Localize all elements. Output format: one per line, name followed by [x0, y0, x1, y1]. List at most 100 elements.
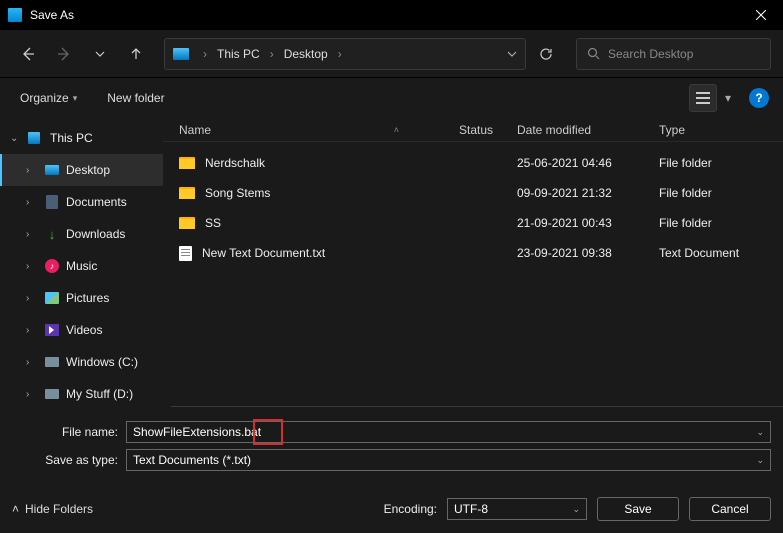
list-view-icon — [696, 92, 710, 104]
text-file-icon — [179, 246, 192, 261]
organize-button[interactable]: Organize ▾ — [14, 87, 83, 109]
file-name: Nerdschalk — [205, 156, 265, 170]
chevron-right-icon: › — [26, 261, 38, 272]
chevron-right-icon: › — [26, 197, 38, 208]
sidebar-item-desktop[interactable]: › Desktop — [0, 154, 163, 186]
list-item[interactable]: New Text Document.txt 23-09-2021 09:38 T… — [163, 238, 783, 268]
column-type[interactable]: Type — [659, 123, 783, 137]
chevron-right-icon: › — [270, 47, 274, 61]
sort-asc-icon: ˄ — [394, 125, 399, 135]
documents-icon — [46, 195, 58, 209]
hide-folders-label: Hide Folders — [25, 502, 93, 516]
save-type-select[interactable]: Text Documents (*.txt) ⌄ — [126, 449, 771, 471]
address-bar[interactable]: › This PC › Desktop › — [164, 38, 526, 70]
search-placeholder: Search Desktop — [608, 47, 693, 61]
sidebar-label: Desktop — [66, 163, 110, 177]
chevron-down-icon[interactable]: ⌄ — [572, 504, 580, 515]
chevron-right-icon: › — [203, 47, 207, 61]
save-label: Save — [624, 502, 651, 516]
chevron-down-icon[interactable] — [507, 51, 517, 57]
file-date: 21-09-2021 00:43 — [517, 216, 659, 230]
chevron-right-icon: › — [26, 357, 38, 368]
chevron-down-icon: ▾ — [73, 93, 78, 104]
sidebar-label: Windows (C:) — [66, 355, 138, 369]
breadcrumb[interactable]: This PC — [217, 47, 260, 61]
file-type: File folder — [659, 156, 783, 170]
drive-icon — [45, 357, 59, 367]
view-dropdown[interactable]: ▾ — [717, 84, 739, 112]
column-headers: Name ˄ Status Date modified Type — [163, 118, 783, 142]
list-item[interactable]: SS 21-09-2021 00:43 File folder — [163, 208, 783, 238]
column-date[interactable]: Date modified — [517, 123, 659, 137]
column-label: Name — [179, 123, 211, 137]
arrow-right-icon — [56, 46, 72, 62]
desktop-icon — [45, 165, 59, 175]
sidebar-label: Videos — [66, 323, 102, 337]
sidebar-item-downloads[interactable]: › ↓ Downloads — [0, 218, 163, 250]
file-name: New Text Document.txt — [202, 246, 325, 260]
breadcrumb[interactable]: Desktop — [284, 47, 328, 61]
list-item[interactable]: Nerdschalk 25-06-2021 04:46 File folder — [163, 148, 783, 178]
music-icon: ♪ — [45, 259, 59, 273]
file-date: 09-09-2021 21:32 — [517, 186, 659, 200]
chevron-down-icon: ▾ — [725, 91, 731, 105]
chevron-right-icon: › — [26, 165, 38, 176]
sidebar-item-videos[interactable]: › Videos — [0, 314, 163, 346]
sidebar-item-music[interactable]: › ♪ Music — [0, 250, 163, 282]
file-date: 23-09-2021 09:38 — [517, 246, 659, 260]
sidebar-label: Downloads — [66, 227, 125, 241]
back-button[interactable] — [12, 38, 44, 70]
help-button[interactable]: ? — [749, 88, 769, 108]
folder-icon — [179, 187, 195, 199]
toolbar: Organize ▾ New folder ▾ ? — [0, 78, 783, 118]
arrow-left-icon — [20, 46, 36, 62]
folder-icon — [179, 157, 195, 169]
up-button[interactable] — [120, 38, 152, 70]
window-title: Save As — [30, 8, 74, 22]
refresh-button[interactable] — [530, 38, 562, 70]
column-name[interactable]: Name ˄ — [179, 123, 459, 137]
save-button[interactable]: Save — [597, 497, 679, 521]
sidebar-item-mystuff-d[interactable]: › My Stuff (D:) — [0, 378, 163, 407]
new-folder-button[interactable]: New folder — [101, 87, 170, 109]
sidebar-item-documents[interactable]: › Documents — [0, 186, 163, 218]
sidebar-item-windows-c[interactable]: › Windows (C:) — [0, 346, 163, 378]
arrow-up-icon — [129, 47, 143, 61]
close-button[interactable] — [738, 0, 783, 30]
encoding-select[interactable]: UTF-8 ⌄ — [447, 498, 587, 520]
new-folder-label: New folder — [107, 91, 164, 105]
forward-button[interactable] — [48, 38, 80, 70]
chevron-right-icon: › — [26, 293, 38, 304]
file-type: File folder — [659, 186, 783, 200]
view-button[interactable] — [689, 84, 717, 112]
chevron-down-icon[interactable]: ⌄ — [756, 427, 764, 438]
column-status[interactable]: Status — [459, 123, 517, 137]
search-input[interactable]: Search Desktop — [576, 38, 771, 70]
recent-dropdown[interactable] — [84, 38, 116, 70]
file-name: Song Stems — [205, 186, 270, 200]
list-item[interactable]: Song Stems 09-09-2021 21:32 File folder — [163, 178, 783, 208]
encoding-label: Encoding: — [384, 502, 437, 516]
cancel-button[interactable]: Cancel — [689, 497, 771, 521]
drive-icon — [45, 389, 59, 399]
sidebar-root-this-pc[interactable]: ⌄ This PC — [0, 122, 163, 154]
pictures-icon — [45, 292, 59, 304]
nav-bar: › This PC › Desktop › Search Desktop — [0, 30, 783, 78]
file-list: Nerdschalk 25-06-2021 04:46 File folder … — [163, 142, 783, 407]
save-form: File name: ShowFileExtensions.bat ⌄ Save… — [0, 407, 783, 489]
folder-icon — [179, 217, 195, 229]
save-type-value: Text Documents (*.txt) — [133, 453, 251, 467]
file-name: SS — [205, 216, 221, 230]
chevron-up-icon: ˄ — [12, 502, 19, 516]
filename-input[interactable]: ShowFileExtensions.bat ⌄ — [126, 421, 771, 443]
sidebar-label: This PC — [50, 131, 93, 145]
app-icon — [8, 8, 22, 22]
chevron-down-icon[interactable]: ⌄ — [756, 455, 764, 466]
sidebar-label: Pictures — [66, 291, 109, 305]
chevron-down-icon — [95, 51, 105, 57]
sidebar-item-pictures[interactable]: › Pictures — [0, 282, 163, 314]
videos-icon — [45, 324, 59, 336]
chevron-right-icon: › — [338, 47, 342, 61]
hide-folders-button[interactable]: ˄ Hide Folders — [12, 502, 93, 516]
filename-value: ShowFileExtensions.bat — [133, 425, 261, 439]
